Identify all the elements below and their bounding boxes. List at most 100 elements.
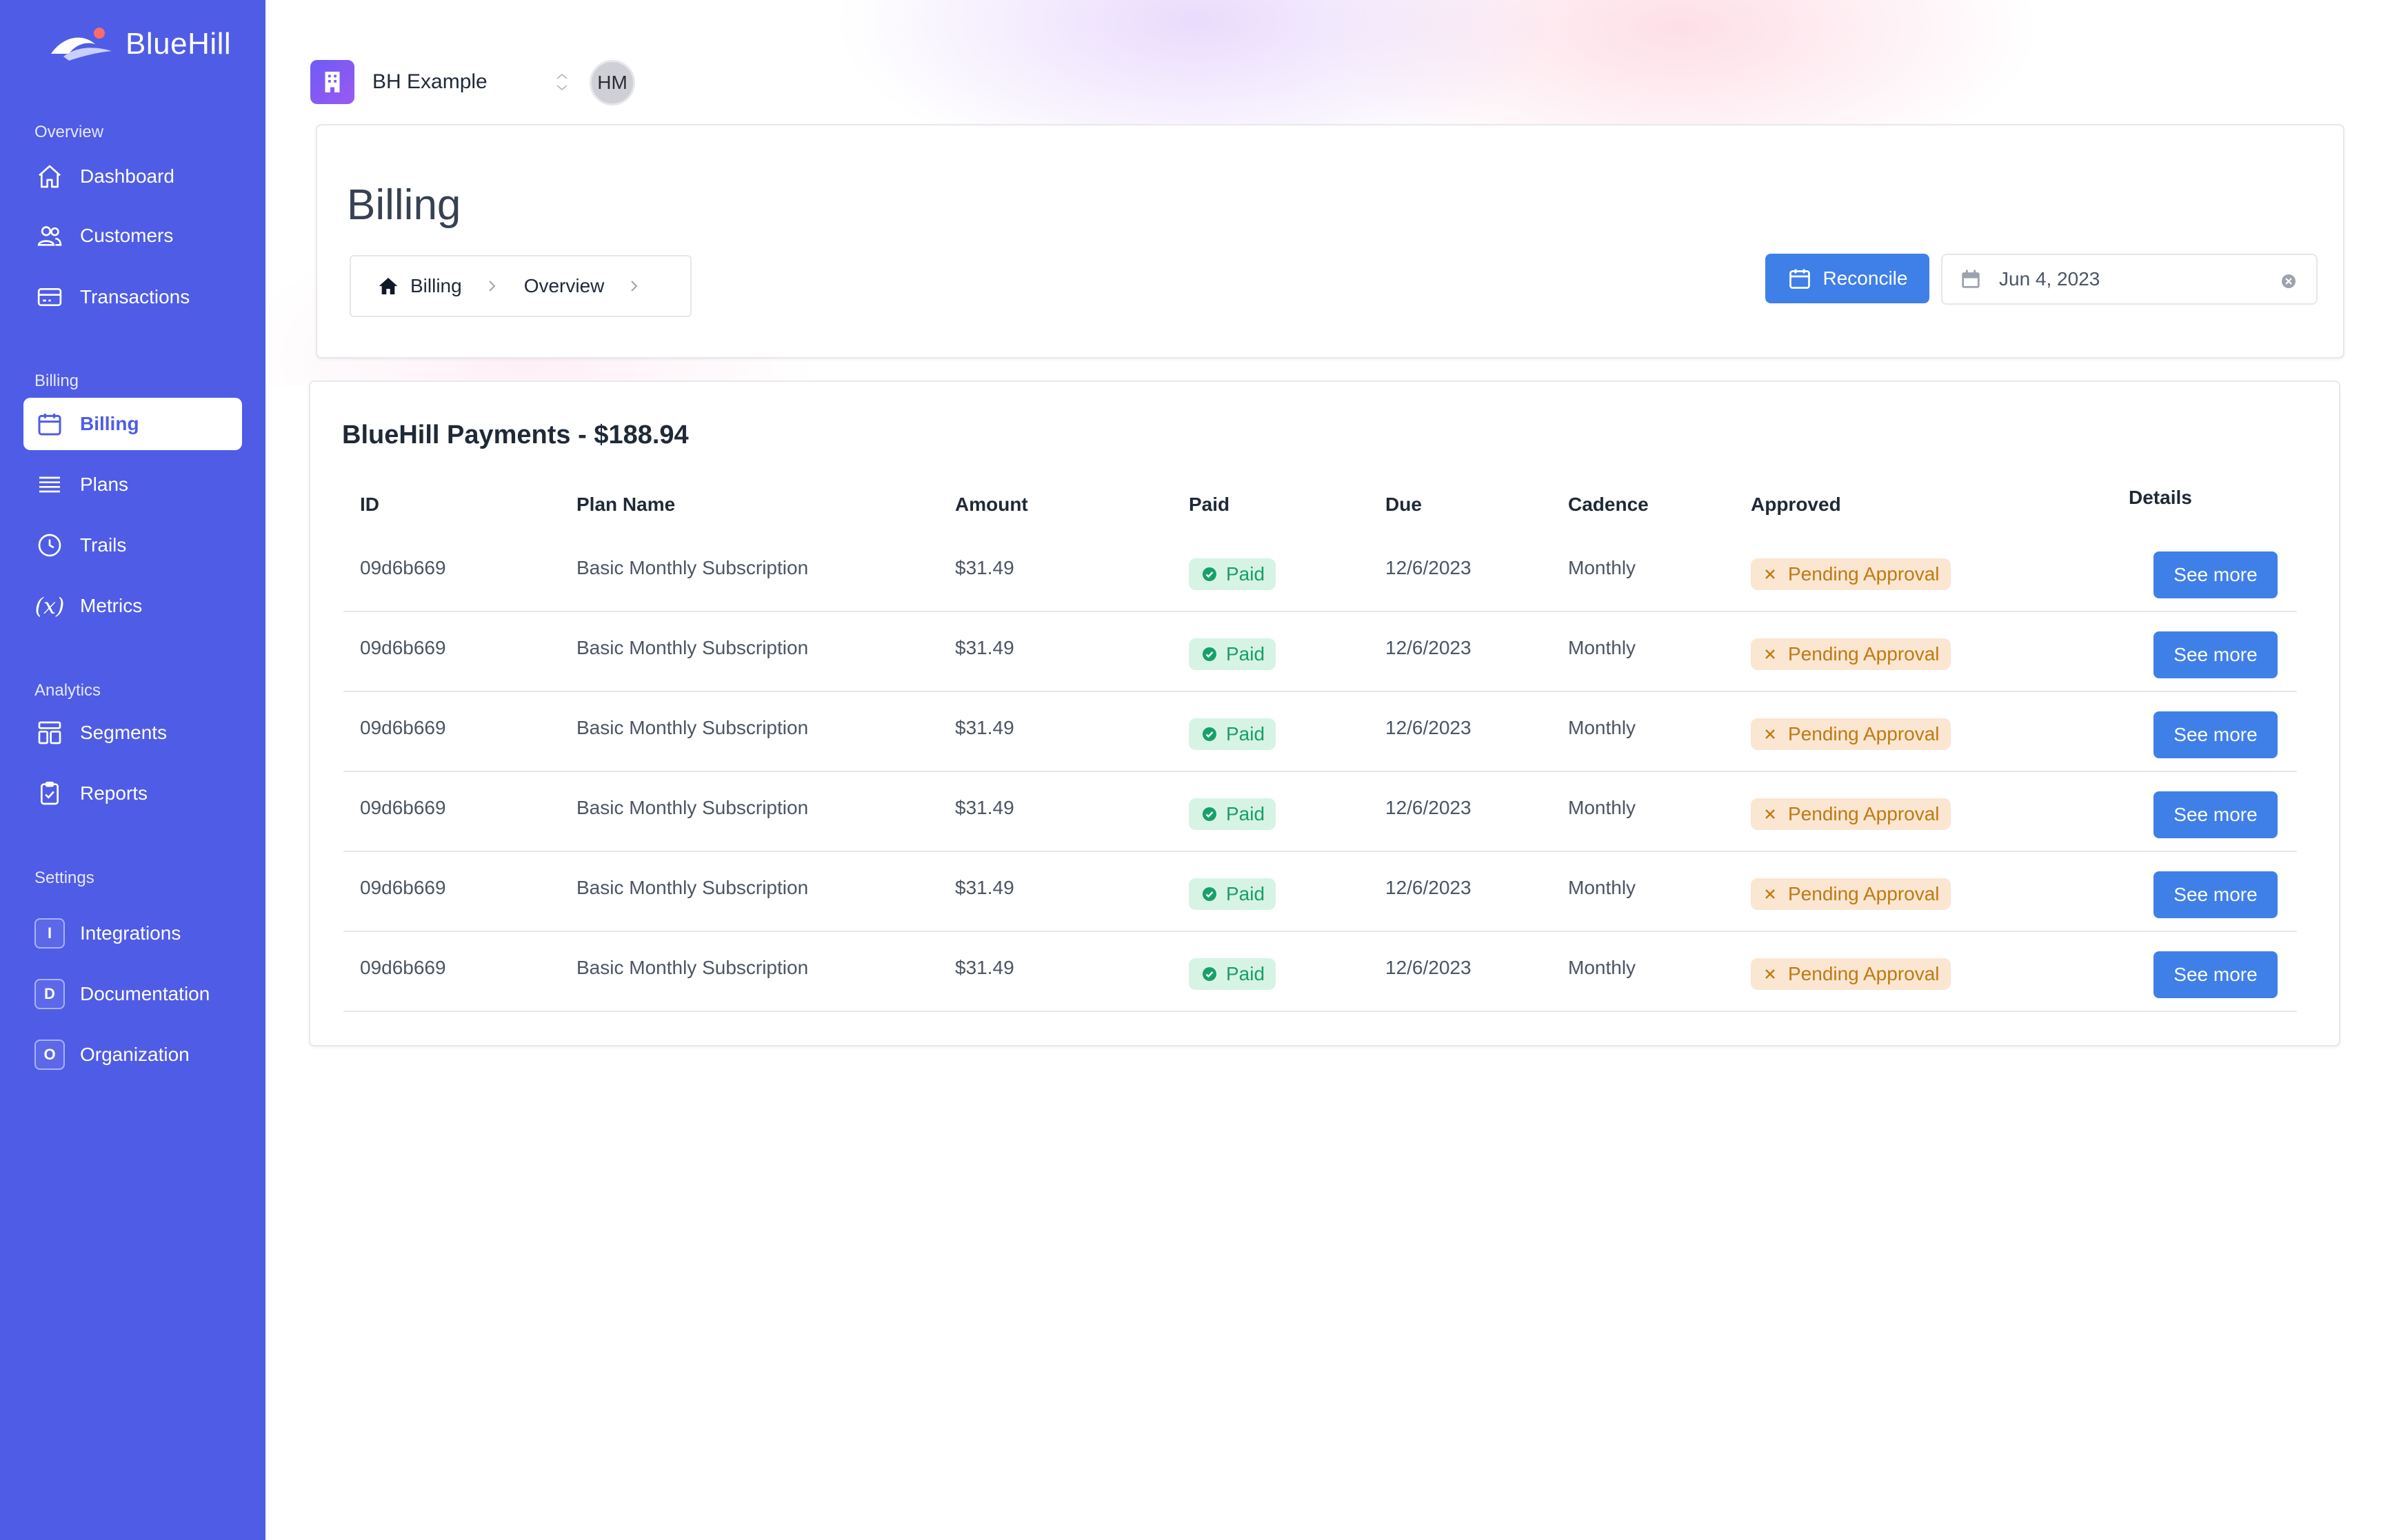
x-icon <box>1765 969 1775 979</box>
organization-badge-icon: O <box>34 1040 65 1070</box>
cell-cadence: Monthly <box>1568 557 1636 578</box>
chevron-right-icon <box>629 278 640 294</box>
column-header-cadence: Cadence <box>1568 494 1649 515</box>
brand-logo[interactable]: BlueHill <box>48 23 231 65</box>
cell-amount: $31.49 <box>955 637 1014 658</box>
list-icon <box>34 469 65 500</box>
cell-plan: Basic Monthly Subscription <box>576 877 809 898</box>
paid-status-badge: Paid <box>1189 958 1276 990</box>
sidebar-item-metrics[interactable]: (x) Metrics <box>23 580 242 632</box>
pending-approval-label: Pending Approval <box>1788 883 1940 904</box>
paid-status-label: Paid <box>1226 723 1265 744</box>
pending-approval-label: Pending Approval <box>1788 803 1940 824</box>
pending-approval-badge: Pending Approval <box>1751 878 1951 910</box>
bluehill-logo-icon <box>51 28 112 61</box>
cell-due: 12/6/2023 <box>1385 637 1472 658</box>
sidebar-item-label: Plans <box>80 474 129 495</box>
see-more-button[interactable]: See more <box>2153 951 2278 998</box>
sidebar-item-trails[interactable]: Trails <box>23 519 242 571</box>
check-circle-icon <box>1203 807 1216 821</box>
paid-status-badge: Paid <box>1189 718 1276 750</box>
cell-id: 09d6b669 <box>360 797 446 818</box>
x-icon <box>1765 569 1775 579</box>
home-icon <box>34 161 65 192</box>
cell-amount: $31.49 <box>955 717 1014 738</box>
x-icon <box>1765 729 1775 739</box>
x-icon <box>1765 889 1775 899</box>
column-header-plan-name: Plan Name <box>576 494 676 515</box>
pending-approval-badge: Pending Approval <box>1751 958 1951 990</box>
cell-amount: $31.49 <box>955 797 1014 818</box>
x-icon <box>1765 649 1775 659</box>
column-header-details: Details <box>2129 487 2192 508</box>
table-row: 09d6b669 Basic Monthly Subscription $31.… <box>343 692 2297 772</box>
sidebar-item-organization[interactable]: O Organization <box>23 1029 242 1081</box>
section-label-analytics: Analytics <box>34 681 101 700</box>
date-value: Jun 4, 2023 <box>1999 268 2100 290</box>
cell-plan: Basic Monthly Subscription <box>576 717 809 738</box>
reconcile-button[interactable]: Reconcile <box>1765 254 1929 303</box>
cell-amount: $31.49 <box>955 957 1014 978</box>
column-header-approved: Approved <box>1751 494 1841 515</box>
pending-approval-label: Pending Approval <box>1788 563 1940 585</box>
table-row: 09d6b669 Basic Monthly Subscription $31.… <box>343 772 2297 852</box>
sidebar-item-billing[interactable]: Billing <box>23 398 242 450</box>
users-icon <box>34 221 65 251</box>
table-row: 09d6b669 Basic Monthly Subscription $31.… <box>343 532 2297 612</box>
breadcrumb-label: Billing <box>410 275 462 296</box>
chevron-up-down-icon[interactable] <box>552 62 572 102</box>
payments-title: BlueHill Payments - $188.94 <box>342 421 689 449</box>
date-picker-input[interactable]: Jun 4, 2023 <box>1941 254 2318 305</box>
breadcrumb: Billing Overview <box>350 255 692 317</box>
user-avatar[interactable]: HM <box>590 60 635 105</box>
sidebar-item-label: Transactions <box>80 286 190 307</box>
see-more-button[interactable]: See more <box>2153 631 2278 678</box>
paid-status-label: Paid <box>1226 803 1265 824</box>
sidebar-item-reports[interactable]: Reports <box>23 767 242 820</box>
table-row: 09d6b669 Basic Monthly Subscription $31.… <box>343 852 2297 932</box>
cell-due: 12/6/2023 <box>1385 797 1472 818</box>
sidebar-item-segments[interactable]: Segments <box>23 707 242 759</box>
see-more-button[interactable]: See more <box>2153 871 2278 918</box>
sidebar-item-customers[interactable]: Customers <box>23 210 242 262</box>
paid-status-badge: Paid <box>1189 638 1276 670</box>
see-more-button[interactable]: See more <box>2153 791 2278 838</box>
cell-plan: Basic Monthly Subscription <box>576 557 809 578</box>
cell-cadence: Monthly <box>1568 797 1636 818</box>
breadcrumb-item-billing[interactable]: Billing <box>377 275 462 297</box>
cell-id: 09d6b669 <box>360 957 446 978</box>
sidebar-item-documentation[interactable]: D Documentation <box>23 968 242 1020</box>
sidebar-item-label: Dashboard <box>80 165 174 187</box>
pending-approval-label: Pending Approval <box>1788 963 1940 984</box>
sidebar-item-dashboard[interactable]: Dashboard <box>23 150 242 203</box>
clear-icon[interactable] <box>2280 272 2297 294</box>
cell-id: 09d6b669 <box>360 877 446 898</box>
sidebar-item-label: Integrations <box>80 922 181 944</box>
cell-plan: Basic Monthly Subscription <box>576 797 809 818</box>
calendar-icon <box>1962 270 1980 288</box>
section-label-overview: Overview <box>34 123 104 141</box>
paid-status-badge: Paid <box>1189 878 1276 910</box>
sidebar-item-transactions[interactable]: Transactions <box>23 271 242 323</box>
sidebar: BlueHill Overview Dashboard Customers Tr… <box>0 0 265 1540</box>
cell-plan: Basic Monthly Subscription <box>576 957 809 978</box>
cell-cadence: Monthly <box>1568 717 1636 738</box>
home-icon <box>379 278 398 294</box>
sidebar-item-label: Billing <box>80 413 139 434</box>
section-label-billing: Billing <box>34 372 79 390</box>
sidebar-item-label: Segments <box>80 722 168 743</box>
check-circle-icon <box>1203 967 1216 981</box>
sidebar-item-label: Organization <box>80 1044 190 1065</box>
see-more-button[interactable]: See more <box>2153 711 2278 758</box>
brand-name: BlueHill <box>125 27 232 61</box>
clipboard-check-icon <box>34 778 65 809</box>
breadcrumb-item-overview[interactable]: Overview <box>524 275 605 297</box>
check-circle-icon <box>1203 887 1216 901</box>
column-header-paid: Paid <box>1189 494 1230 515</box>
x-icon <box>1765 809 1775 819</box>
see-more-button[interactable]: See more <box>2153 551 2278 598</box>
chevron-right-icon <box>487 278 498 294</box>
sidebar-item-plans[interactable]: Plans <box>23 458 242 511</box>
sidebar-item-integrations[interactable]: I Integrations <box>23 907 242 960</box>
workspace-switcher[interactable]: BH Example HM <box>310 59 635 105</box>
